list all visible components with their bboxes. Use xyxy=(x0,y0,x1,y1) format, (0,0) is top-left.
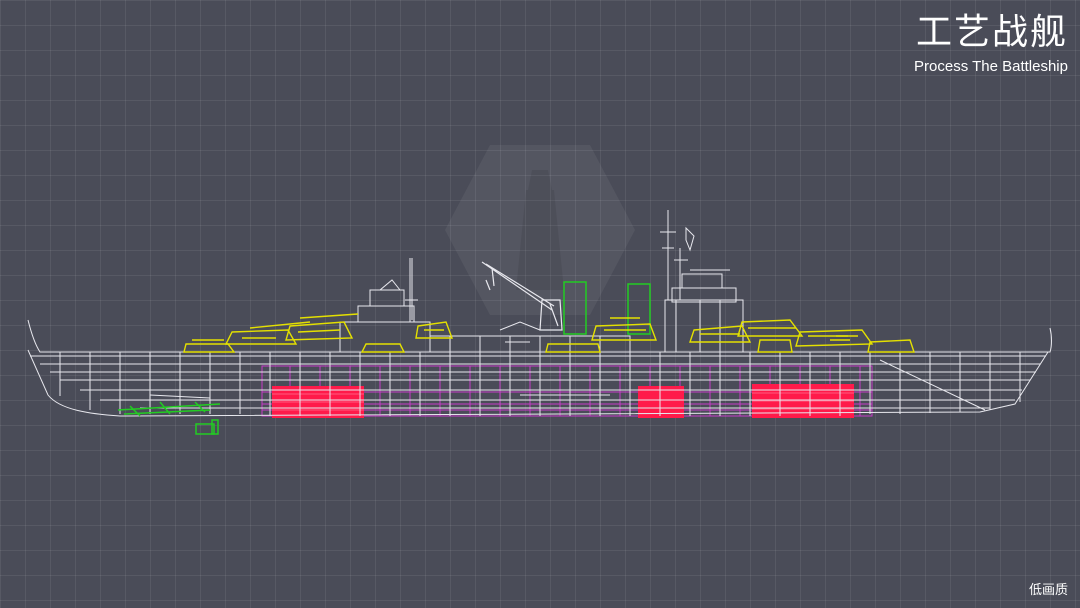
gun-turrets xyxy=(183,313,915,353)
hull xyxy=(27,319,1052,417)
quality-toggle-button[interactable]: 低画质 xyxy=(1029,579,1068,598)
aircraft-crane xyxy=(481,261,563,331)
superstructure xyxy=(339,210,744,353)
battleship-wireframe xyxy=(27,210,1052,435)
